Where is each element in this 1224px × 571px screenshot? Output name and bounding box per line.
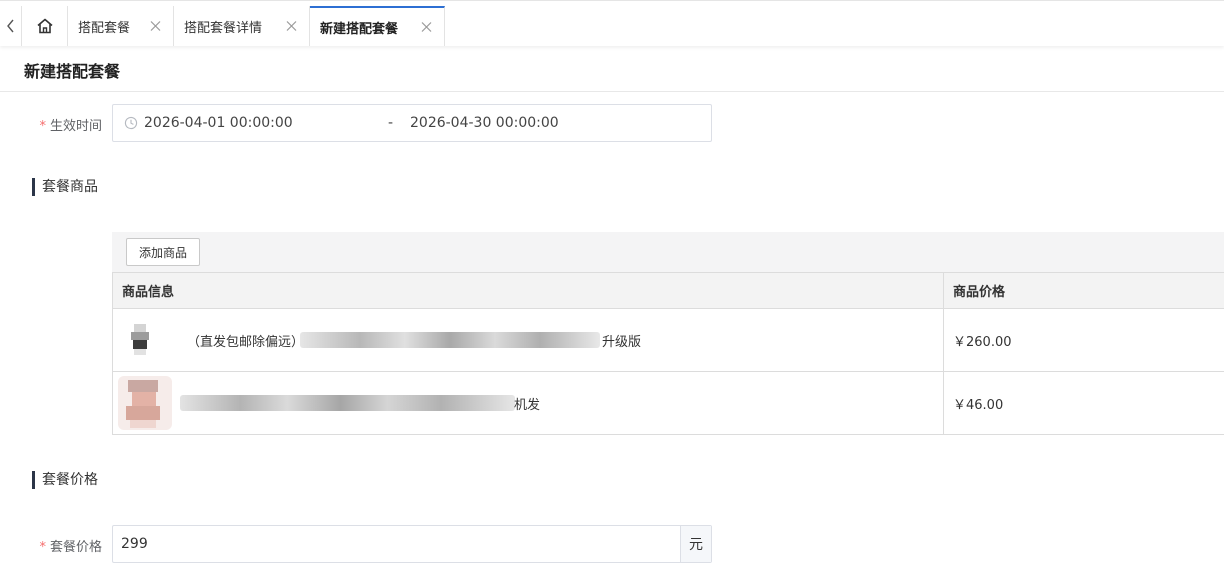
effective-time-range-picker[interactable]: 2026-04-01 00:00:00 - 2026-04-30 00:00:0…: [112, 104, 712, 142]
blurred-text: [180, 395, 515, 411]
package-price-input[interactable]: [113, 526, 681, 562]
effective-time-label: * 生效时间: [12, 115, 102, 134]
required-mark: *: [39, 540, 46, 555]
close-icon[interactable]: [286, 21, 297, 32]
close-icon[interactable]: [421, 22, 432, 33]
package-price-label-text: 套餐价格: [49, 540, 102, 555]
table-row[interactable]: 机发 ￥46.00: [113, 372, 1224, 435]
product-thumbnail: [125, 322, 179, 376]
section-title-products: 套餐商品: [32, 178, 98, 196]
effective-time-label-text: 生效时间: [49, 119, 102, 134]
product-name-prefix: （直发包邮除偏远）: [187, 335, 305, 350]
page-title: 新建搭配套餐: [24, 62, 121, 81]
price-unit-suffix: 元: [680, 526, 711, 562]
tab-home[interactable]: [22, 6, 68, 46]
blurred-text: [300, 332, 600, 348]
product-info-cell: （直发包邮除偏远） 升级版: [113, 309, 944, 371]
required-mark: *: [39, 119, 46, 134]
tab-label: 搭配套餐: [78, 20, 131, 36]
home-icon: [36, 18, 53, 34]
header-divider: [0, 91, 1224, 92]
product-info-cell: 机发: [113, 372, 944, 434]
table-row[interactable]: （直发包邮除偏远） 升级版 ￥260.00: [113, 309, 1224, 372]
product-price-cell: ￥260.00: [953, 334, 1012, 350]
tab-scroll-left-button[interactable]: [0, 6, 22, 46]
section-title-price: 套餐价格: [32, 471, 98, 489]
product-name-suffix: 升级版: [602, 335, 642, 350]
start-date-input[interactable]: 2026-04-01 00:00:00: [144, 115, 293, 131]
add-product-button[interactable]: 添加商品: [126, 238, 200, 266]
clock-icon: [124, 116, 138, 130]
package-price-field: 元: [112, 525, 712, 563]
tab-label: 新建搭配套餐: [320, 21, 399, 37]
product-thumbnail: [118, 376, 172, 430]
tab-package-detail[interactable]: 搭配套餐详情: [174, 6, 310, 46]
tab-bar: 搭配套餐 搭配套餐详情 新建搭配套餐: [0, 0, 1224, 46]
tab-label: 搭配套餐详情: [184, 20, 263, 36]
package-price-label: * 套餐价格: [12, 536, 102, 555]
product-name-suffix: 机发: [514, 398, 541, 413]
products-toolbar: 添加商品: [112, 232, 1224, 272]
close-icon[interactable]: [150, 21, 161, 32]
tab-new-package[interactable]: 新建搭配套餐: [310, 6, 445, 46]
range-separator: -: [388, 115, 394, 131]
product-price-cell: ￥46.00: [953, 397, 1004, 413]
table-header-row: 商品信息 商品价格: [113, 273, 1224, 309]
column-header-product-price: 商品价格: [953, 285, 1006, 300]
tab-package-list[interactable]: 搭配套餐: [68, 6, 174, 46]
end-date-input[interactable]: 2026-04-30 00:00:00: [410, 115, 559, 131]
column-header-product-info: 商品信息: [113, 273, 944, 308]
chevron-left-icon: [6, 19, 14, 33]
products-table: 商品信息 商品价格 （直发包邮除偏远） 升级版 ￥260.00 机发 ￥46.0…: [112, 272, 1224, 435]
